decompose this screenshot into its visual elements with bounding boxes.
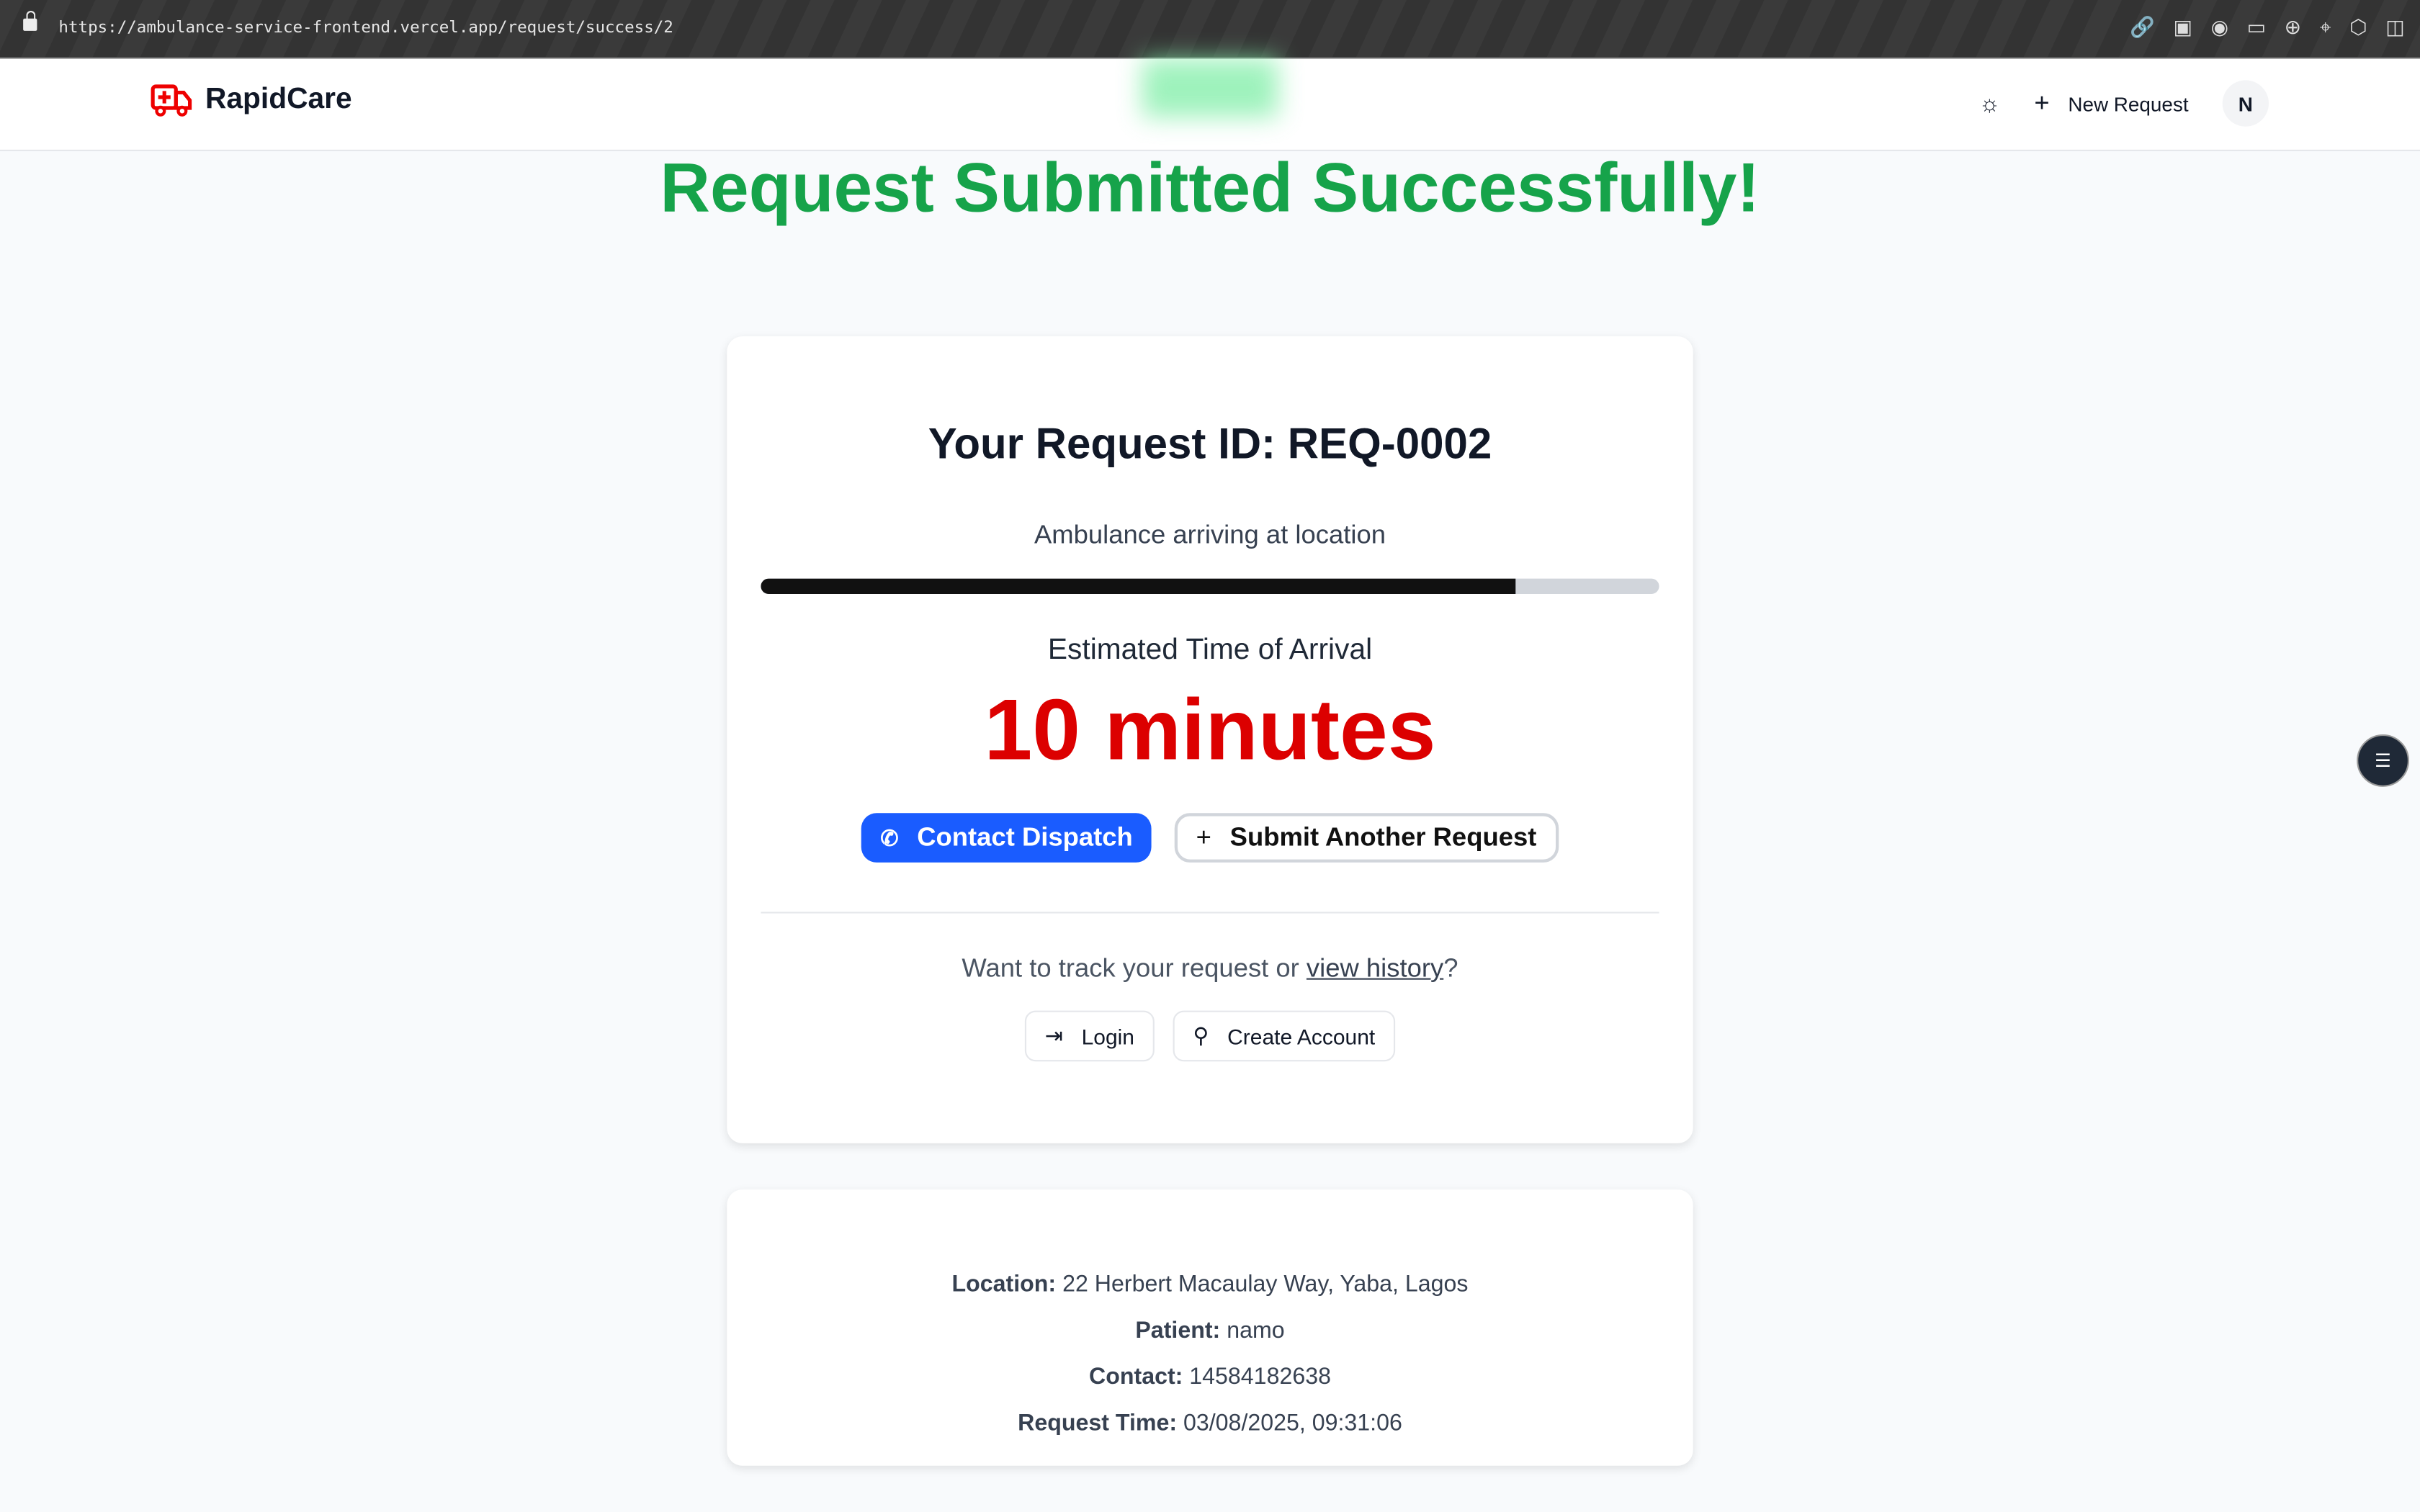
extension-icon[interactable]: ⬡ [2349, 15, 2367, 40]
avatar[interactable]: N [2222, 80, 2269, 127]
screenshot-icon[interactable]: ▣ [2174, 15, 2192, 40]
plus-icon: + [1196, 822, 1211, 852]
location-value: 22 Herbert Macaulay Way, Yaba, Lagos [1062, 1271, 1469, 1298]
crosshair-icon[interactable]: ⌖ [2320, 15, 2331, 40]
contact-label: Contact: [1089, 1364, 1183, 1390]
ambulance-icon [151, 84, 192, 117]
status-text: Ambulance arriving at location [1034, 520, 1386, 549]
track-text: Want to track your request or view histo… [727, 953, 1693, 984]
theme-toggle-sun-icon[interactable]: ☼ [1979, 90, 2000, 116]
list-settings-icon: ☰ [2375, 750, 2392, 772]
globe-icon[interactable]: ⊕ [2285, 15, 2301, 40]
sidebar-icon[interactable]: ◫ [2385, 15, 2404, 40]
track-suffix: ? [1443, 953, 1458, 983]
time-value: 03/08/2025, 09:31:06 [1183, 1410, 1402, 1436]
contact-dispatch-button[interactable]: ✆ Contact Dispatch [861, 813, 1152, 863]
new-request-label: New Request [2068, 91, 2189, 115]
eta-label: Estimated Time of Arrival [1047, 634, 1373, 667]
create-account-label: Create Account [1227, 1023, 1376, 1049]
floating-menu-button[interactable]: ☰ [2357, 734, 2409, 787]
contact-dispatch-label: Contact Dispatch [917, 822, 1133, 852]
patient-value: namo [1227, 1318, 1285, 1344]
page-title: Request Submitted Successfully! [660, 148, 1760, 227]
eta-value: 10 minutes [984, 680, 1436, 778]
address-bar[interactable]: https://ambulance-service-frontend.verce… [58, 19, 673, 37]
login-button[interactable]: ⇥ Login [1024, 1010, 1155, 1062]
terminal-icon[interactable]: ▭ [2247, 15, 2266, 40]
patient-row: Patient: namo [727, 1308, 1693, 1354]
new-request-button[interactable]: + New Request [2034, 88, 2188, 119]
camera-icon[interactable]: ◉ [2211, 15, 2228, 40]
brand-logo[interactable]: RapidCare [150, 84, 352, 117]
patient-label: Patient: [1135, 1318, 1221, 1344]
location-label: Location: [951, 1271, 1057, 1298]
progress-fill [761, 578, 1516, 594]
phone-icon: ✆ [880, 824, 899, 850]
time-label: Request Time: [1018, 1410, 1178, 1436]
create-account-button[interactable]: ⚲ Create Account [1173, 1010, 1396, 1062]
time-row: Request Time: 03/08/2025, 09:31:06 [727, 1401, 1693, 1447]
details-card: Location: 22 Herbert Macaulay Way, Yaba,… [727, 1189, 1693, 1466]
login-icon: ⇥ [1044, 1022, 1063, 1048]
brand-name: RapidCare [205, 83, 352, 116]
user-icon: ⚲ [1193, 1022, 1209, 1048]
contact-row: Contact: 14584182638 [727, 1354, 1693, 1400]
divider [761, 912, 1659, 914]
submit-another-button[interactable]: + Submit Another Request [1174, 813, 1559, 863]
view-history-link[interactable]: view history [1307, 953, 1443, 983]
location-row: Location: 22 Herbert Macaulay Way, Yaba,… [727, 1262, 1693, 1308]
browser-toolbar: https://ambulance-service-frontend.verce… [0, 0, 2420, 59]
request-card: Your Request ID: REQ-0002 Ambulance arri… [727, 336, 1693, 1143]
login-label: Login [1081, 1023, 1134, 1049]
decorative-glow [1142, 58, 1278, 117]
progress-bar [761, 578, 1659, 594]
request-id: Your Request ID: REQ-0002 [928, 419, 1492, 468]
link-icon[interactable]: 🔗 [2130, 15, 2155, 40]
track-prefix: Want to track your request or [962, 953, 1307, 983]
plus-icon: + [2034, 88, 2050, 117]
lock-icon [23, 11, 37, 31]
submit-another-label: Submit Another Request [1229, 822, 1537, 852]
contact-value: 14584182638 [1189, 1364, 1331, 1390]
